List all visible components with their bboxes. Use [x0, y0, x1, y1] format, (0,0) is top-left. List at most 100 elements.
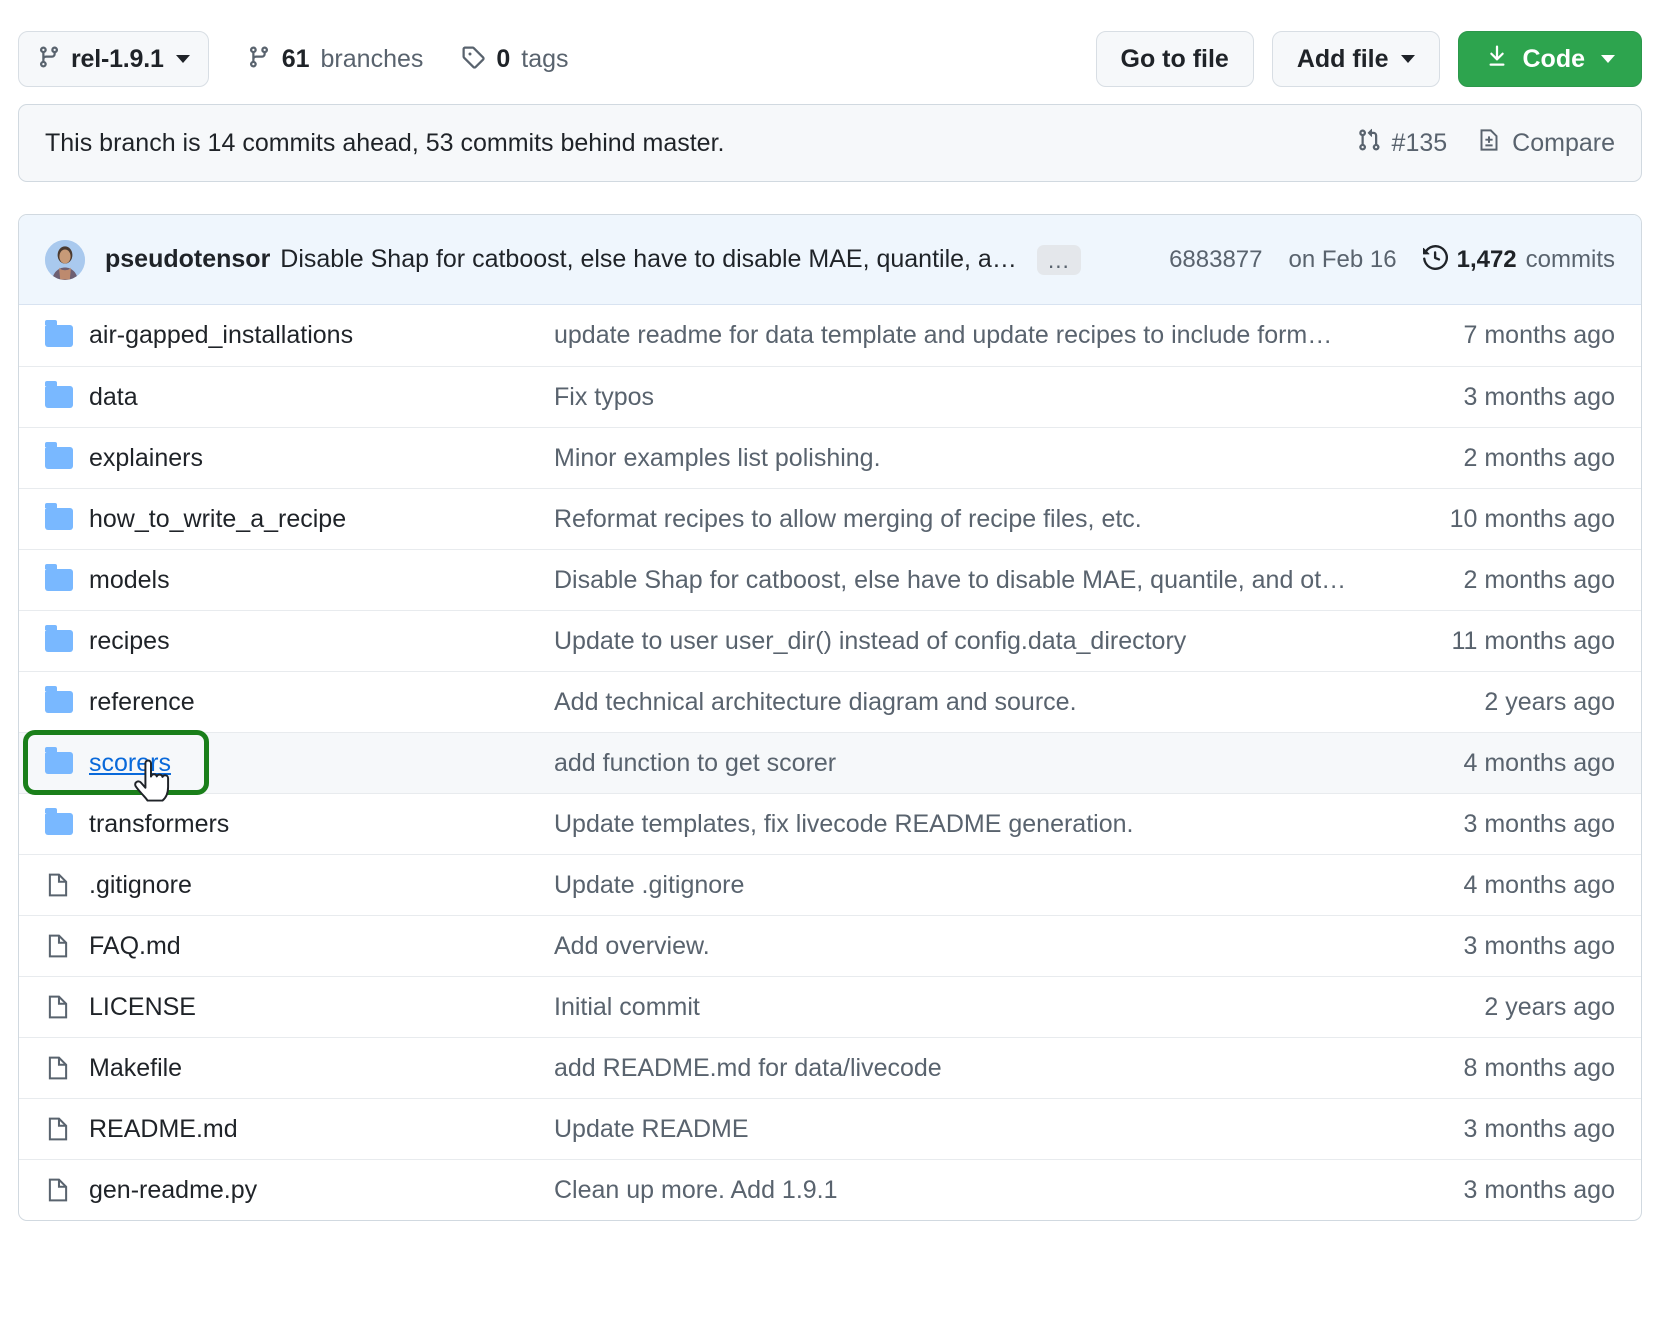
file-name-link[interactable]: gen-readme.py: [89, 1176, 257, 1204]
table-row[interactable]: gen-readme.py Clean up more. Add 1.9.13 m…: [19, 1159, 1641, 1220]
file-name-link[interactable]: models: [89, 566, 170, 594]
branch-icon: [247, 45, 271, 74]
file-name-link[interactable]: air-gapped_installations: [89, 321, 353, 349]
table-row[interactable]: Makefile add README.md for data/livecode8…: [19, 1037, 1641, 1098]
file-name-link[interactable]: FAQ.md: [89, 932, 181, 960]
file-name-cell: explainers: [89, 444, 554, 473]
compare-link[interactable]: Compare: [1477, 128, 1615, 159]
commit-message-cell[interactable]: update readme for data template and upda…: [554, 321, 1385, 350]
commit-age-cell: 3 months ago: [1385, 932, 1615, 961]
file-rows: air-gapped_installations update readme fo…: [19, 305, 1641, 1220]
commit-message-cell[interactable]: Update README: [554, 1115, 1385, 1144]
branch-name-label: rel-1.9.1: [71, 45, 164, 74]
go-to-file-button[interactable]: Go to file: [1096, 31, 1254, 87]
commit-message-cell[interactable]: Update .gitignore: [554, 871, 1385, 900]
file-name-link[interactable]: reference: [89, 688, 195, 716]
commit-age-cell: 4 months ago: [1385, 871, 1615, 900]
chevron-down-icon: [1401, 55, 1415, 63]
table-row[interactable]: transformers Update templates, fix liveco…: [19, 793, 1641, 854]
commit-message-cell[interactable]: Add technical architecture diagram and s…: [554, 688, 1385, 717]
table-row[interactable]: explainers Minor examples list polishing.…: [19, 427, 1641, 488]
commit-message-cell[interactable]: Clean up more. Add 1.9.1: [554, 1176, 1385, 1205]
tag-icon: [461, 45, 485, 74]
commit-age-cell: 7 months ago: [1385, 321, 1615, 350]
code-button-label: Code: [1523, 45, 1586, 74]
folder-icon: [45, 447, 89, 469]
avatar[interactable]: [45, 240, 85, 280]
file-name-cell: reference: [89, 688, 554, 717]
file-name-cell: FAQ.md: [89, 932, 554, 961]
table-row[interactable]: air-gapped_installations update readme fo…: [19, 305, 1641, 366]
file-name-link[interactable]: .gitignore: [89, 871, 192, 899]
file-name-link[interactable]: data: [89, 383, 138, 411]
commit-message-cell[interactable]: Fix typos: [554, 383, 1385, 412]
file-name-link[interactable]: recipes: [89, 627, 170, 655]
table-row[interactable]: models Disable Shap for catboost, else ha…: [19, 549, 1641, 610]
branch-selector-button[interactable]: rel-1.9.1: [18, 31, 209, 87]
file-name-link[interactable]: how_to_write_a_recipe: [89, 505, 346, 533]
commit-age-cell: 2 years ago: [1385, 688, 1615, 717]
table-row[interactable]: FAQ.md Add overview.3 months ago: [19, 915, 1641, 976]
file-name-cell: README.md: [89, 1115, 554, 1144]
toolbar-actions: Go to file Add file Code: [1096, 31, 1643, 87]
file-name-cell: Makefile: [89, 1054, 554, 1083]
commits-count-label: commits: [1526, 246, 1615, 274]
commit-message-cell[interactable]: Add overview.: [554, 932, 1385, 961]
table-row[interactable]: reference Add technical architecture diag…: [19, 671, 1641, 732]
file-name-link[interactable]: explainers: [89, 444, 203, 472]
table-row[interactable]: .gitignore Update .gitignore4 months ago: [19, 854, 1641, 915]
commits-count-link[interactable]: 1,472 commits: [1423, 245, 1615, 275]
file-name-link[interactable]: scorers: [89, 749, 171, 777]
commit-message-cell[interactable]: Update templates, fix livecode README ge…: [554, 810, 1385, 839]
folder-icon: [45, 691, 89, 713]
branch-status-bar: This branch is 14 commits ahead, 53 comm…: [18, 104, 1642, 182]
compare-label: Compare: [1512, 129, 1615, 158]
commit-age-cell: 4 months ago: [1385, 749, 1615, 778]
commit-age-cell: 3 months ago: [1385, 1115, 1615, 1144]
folder-icon: [45, 325, 89, 347]
tags-count-label: tags: [521, 45, 568, 74]
commit-message-cell[interactable]: Reformat recipes to allow merging of rec…: [554, 505, 1385, 534]
table-row[interactable]: scorers add function to get scorer4 month…: [19, 732, 1641, 793]
commit-message-cell[interactable]: Initial commit: [554, 993, 1385, 1022]
folder-icon: [45, 813, 89, 835]
branches-count-label: branches: [321, 45, 424, 74]
commit-message-cell[interactable]: add function to get scorer: [554, 749, 1385, 778]
folder-icon: [45, 508, 89, 530]
folder-icon: [45, 630, 89, 652]
file-icon: [45, 931, 89, 961]
branches-count[interactable]: 61 branches: [247, 45, 424, 74]
table-row[interactable]: dataFix typos3 months ago: [19, 366, 1641, 427]
commits-count-number: 1,472: [1457, 246, 1517, 274]
table-row[interactable]: recipes Update to user user_dir() instead…: [19, 610, 1641, 671]
file-name-cell: models: [89, 566, 554, 595]
file-name-cell: air-gapped_installations: [89, 321, 554, 350]
file-name-cell: recipes: [89, 627, 554, 656]
file-name-link[interactable]: README.md: [89, 1115, 238, 1143]
commit-age-cell: 3 months ago: [1385, 810, 1615, 839]
commit-author-link[interactable]: pseudotensor: [105, 245, 270, 274]
table-row[interactable]: README.md Update README3 months ago: [19, 1098, 1641, 1159]
commit-message-cell[interactable]: Update to user user_dir() instead of con…: [554, 627, 1385, 656]
tags-count[interactable]: 0 tags: [461, 45, 568, 74]
file-name-link[interactable]: Makefile: [89, 1054, 182, 1082]
commit-age-cell: 2 months ago: [1385, 444, 1615, 473]
commit-message-cell[interactable]: Disable Shap for catboost, else have to …: [554, 566, 1385, 595]
commit-age-cell: 3 months ago: [1385, 1176, 1615, 1205]
commit-message[interactable]: Disable Shap for catboost, else have to …: [280, 245, 1017, 274]
table-row[interactable]: how_to_write_a_recipe Reformat recipes to…: [19, 488, 1641, 549]
file-name-link[interactable]: LICENSE: [89, 993, 196, 1021]
code-button[interactable]: Code: [1458, 31, 1643, 87]
repo-file-browser: rel-1.9.1 61 branches 0 tags Go to file: [0, 0, 1660, 1340]
add-file-button[interactable]: Add file: [1272, 31, 1440, 87]
expand-commit-message-button[interactable]: …: [1037, 245, 1081, 275]
file-name-link[interactable]: transformers: [89, 810, 229, 838]
folder-icon: [45, 752, 89, 774]
commit-sha[interactable]: 6883877: [1169, 246, 1262, 274]
file-name-cell: .gitignore: [89, 871, 554, 900]
commit-age-cell: 8 months ago: [1385, 1054, 1615, 1083]
pull-request-link[interactable]: #135: [1357, 128, 1448, 159]
commit-message-cell[interactable]: add README.md for data/livecode: [554, 1054, 1385, 1083]
table-row[interactable]: LICENSEInitial commit2 years ago: [19, 976, 1641, 1037]
commit-message-cell[interactable]: Minor examples list polishing.: [554, 444, 1385, 473]
